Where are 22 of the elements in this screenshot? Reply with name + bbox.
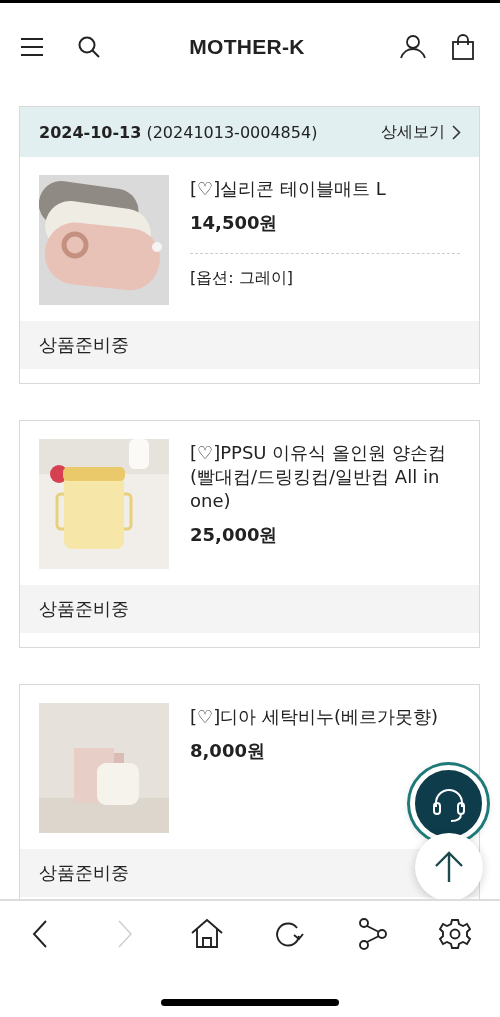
person-icon[interactable] — [400, 35, 426, 59]
chevron-icon — [452, 124, 461, 140]
home-icon[interactable] — [189, 917, 224, 951]
detail-link[interactable]: 상세보기 — [381, 121, 461, 143]
settings-icon[interactable] — [438, 917, 472, 951]
search-icon[interactable] — [78, 36, 100, 58]
arrow-up-icon — [434, 851, 464, 883]
order-status: 상품준비중 — [39, 598, 129, 619]
product-name[interactable]: [♡]PPSU 이유식 올인원 양손컵(빨대컵/드링킹컵/일반컵 All in one) — [190, 441, 460, 513]
product-option: [옵션: 그레이] — [190, 253, 460, 289]
product-price: 8,000원 — [190, 739, 266, 763]
order-status: 상품준비중 — [39, 334, 129, 355]
product-name[interactable]: [♡]디아 세탁비누(베르가못향) — [190, 705, 460, 729]
menu-icon[interactable] — [20, 37, 44, 57]
product-name[interactable]: [♡]실리콘 테이블매트 L — [190, 177, 460, 201]
support-button[interactable] — [410, 765, 487, 842]
product-price: 14,500원 — [190, 211, 279, 235]
bag-icon[interactable] — [452, 34, 474, 60]
logo[interactable]: MOTHER-K — [189, 35, 305, 59]
order-status: 상품준비중 — [39, 862, 129, 883]
product-price: 25,000원 — [190, 523, 279, 547]
order-date: 2024-10-13 (20241013-0004854) — [39, 122, 318, 142]
